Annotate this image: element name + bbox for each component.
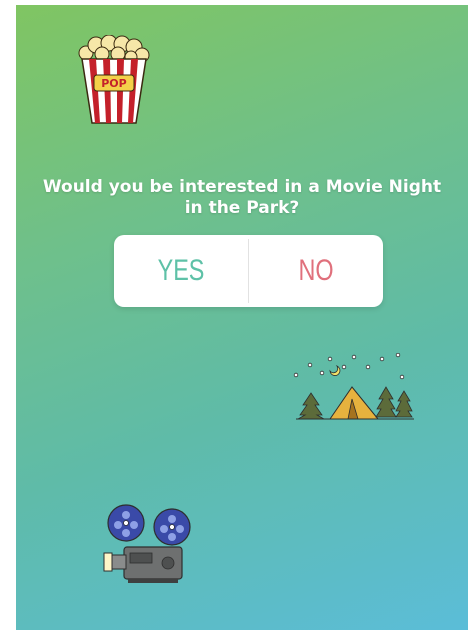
poll-option-no[interactable]: NO bbox=[264, 235, 369, 307]
poll-divider bbox=[248, 239, 249, 303]
poll-option-yes[interactable]: YES bbox=[129, 235, 234, 307]
film-projector-icon bbox=[103, 504, 191, 583]
projector-sticker[interactable] bbox=[102, 503, 202, 585]
popcorn-label: POP bbox=[101, 77, 126, 90]
poll-sticker: YES NO bbox=[114, 235, 383, 307]
no-label: NO bbox=[298, 254, 334, 287]
campsite-sticker[interactable] bbox=[286, 352, 416, 421]
campsite-icon bbox=[293, 352, 414, 420]
poll-question: Would you be interested in a Movie Night… bbox=[42, 177, 442, 218]
popcorn-icon: POP bbox=[78, 34, 150, 124]
yes-label: YES bbox=[157, 254, 205, 287]
popcorn-sticker[interactable]: POP bbox=[76, 34, 152, 125]
story-canvas: POP Would you be interested in a Movie N… bbox=[16, 5, 468, 630]
